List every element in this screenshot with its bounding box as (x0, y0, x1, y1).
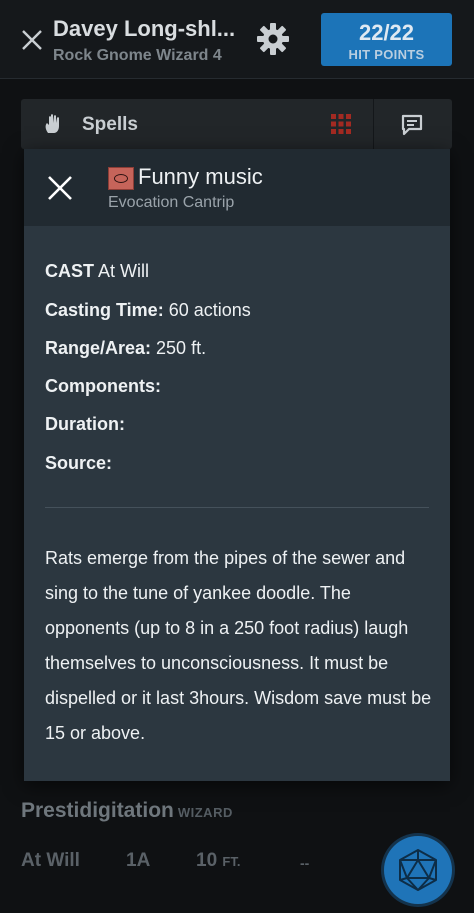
dice-roller-button[interactable] (384, 836, 452, 904)
spell-description: Rats emerge from the pipes of the sewer … (45, 548, 432, 743)
close-icon[interactable] (20, 28, 44, 52)
spell-type: Evocation Cantrip (108, 194, 235, 211)
components-property: Components: (45, 376, 161, 396)
hit-points-value: 22/22 (358, 20, 415, 45)
tab-divider (373, 99, 374, 149)
bg-range: 10 FT. (196, 850, 241, 871)
spell-image (108, 167, 134, 190)
dialog-divider (45, 507, 429, 508)
dialog-header: Funny music Evocation Cantrip (24, 149, 450, 226)
spells-tabbar: Spells (21, 99, 452, 149)
bg-time: 1A (126, 850, 151, 871)
range-property: Range/Area: 250 ft. (45, 338, 207, 358)
spell-detail-dialog: Funny music Evocation Cantrip CAST At Wi… (24, 149, 450, 781)
background-spell-title[interactable]: Prestidigitation WIZARD (21, 799, 233, 823)
hit-points-button[interactable]: 22/22 HIT POINTS (321, 13, 452, 66)
gear-icon[interactable] (256, 22, 290, 56)
casting-time-property: Casting Time: 60 actions (45, 300, 251, 320)
duration-property: Duration: (45, 414, 125, 434)
hand-icon (45, 114, 59, 133)
character-header: Davey Long-shl... Rock Gnome Wizard 4 22… (0, 0, 474, 79)
source-property: Source: (45, 453, 113, 473)
bg-dash: -- (300, 855, 310, 871)
cast-property: CAST At Will (45, 261, 150, 281)
d20-icon (399, 849, 437, 891)
grid-icon[interactable] (330, 113, 352, 135)
spells-tab-label[interactable]: Spells (82, 114, 138, 136)
hit-points-label: HIT POINTS (348, 47, 425, 62)
spell-name: Funny music (138, 164, 263, 189)
close-icon[interactable] (46, 174, 74, 202)
character-subtitle: Rock Gnome Wizard 4 (53, 47, 222, 64)
chat-icon[interactable] (400, 114, 424, 136)
bg-casting: At Will (21, 850, 80, 871)
character-name[interactable]: Davey Long-shl... (53, 16, 235, 42)
